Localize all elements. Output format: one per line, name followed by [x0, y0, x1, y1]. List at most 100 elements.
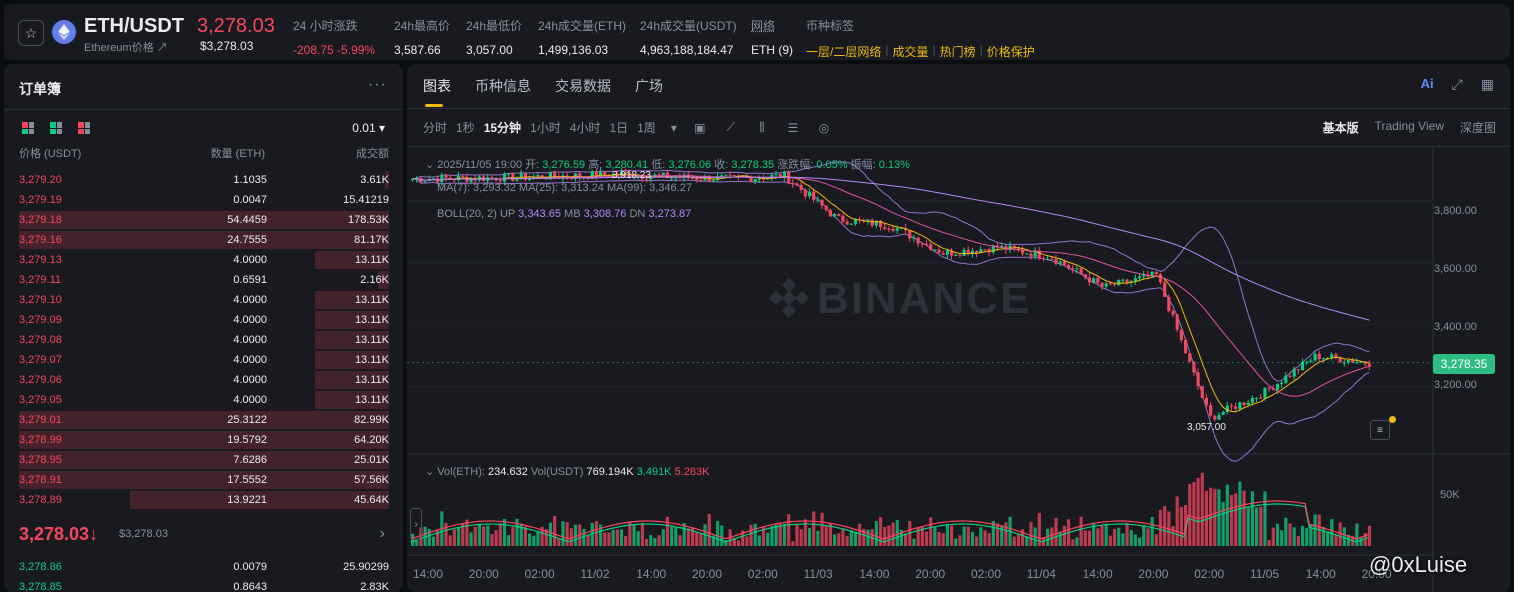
volume-bar — [1234, 493, 1238, 546]
tick-size-select[interactable]: 0.01 ▾ — [352, 121, 385, 135]
ask-qty: 4.0000 — [233, 354, 267, 366]
view-bids-icon[interactable] — [50, 122, 62, 134]
ask-qty: 0.0047 — [233, 194, 267, 206]
ask-row[interactable]: 3,279.11 0.6591 2.16K — [4, 270, 403, 290]
ask-total: 13.11K — [354, 394, 389, 406]
volume-bar — [1117, 527, 1121, 546]
volume-bar — [1121, 533, 1125, 546]
ask-row[interactable]: 3,278.99 19.5792 64.20K — [4, 430, 403, 450]
ask-row[interactable]: 3,279.09 4.0000 13.11K — [4, 310, 403, 330]
candle — [958, 254, 962, 256]
candle — [1046, 258, 1050, 260]
ask-row[interactable]: 3,279.13 4.0000 13.11K — [4, 250, 403, 270]
tag-volume[interactable]: 成交量 — [892, 43, 928, 60]
stat-network[interactable]: 网络 ETH (9) — [751, 17, 793, 57]
volume-bar — [849, 530, 853, 546]
candle — [661, 172, 665, 175]
volume-bar — [1158, 509, 1163, 546]
candle — [1263, 387, 1267, 399]
col-total: 成交额 — [356, 148, 389, 160]
coin-price-link[interactable]: Ethereum价格 ↗ — [84, 39, 168, 55]
volume-bar — [448, 535, 452, 546]
depth-bar — [19, 451, 389, 469]
ask-total: 82.99K — [354, 414, 389, 426]
ask-total: 3.61K — [360, 174, 389, 186]
candle — [423, 180, 427, 183]
volume-bar — [661, 529, 665, 546]
order-marker-icon[interactable]: ≡ — [1370, 420, 1390, 440]
volume-bar — [523, 526, 527, 546]
bid-row[interactable]: 3,278.86 0.0079 25.90299 — [4, 557, 403, 577]
ask-row[interactable]: 3,278.91 17.5552 57.56K — [4, 470, 403, 490]
ask-total: 13.11K — [354, 334, 389, 346]
volume-bar — [824, 525, 828, 546]
ask-row[interactable]: 3,279.05 4.0000 13.11K — [4, 390, 403, 410]
ask-row[interactable]: 3,279.10 4.0000 13.11K — [4, 290, 403, 310]
bid-row[interactable]: 3,278.85 0.8643 2.83K — [4, 577, 403, 592]
stat-label: 网络 — [751, 19, 776, 33]
candle — [1242, 402, 1246, 405]
candle — [1217, 414, 1221, 420]
ask-row[interactable]: 3,279.16 24.7555 81.17K — [4, 230, 403, 250]
view-asks-icon[interactable] — [78, 122, 90, 134]
volume-bar — [757, 535, 761, 546]
favorite-star-icon[interactable]: ☆ — [18, 20, 44, 46]
volume-bar — [1296, 535, 1300, 546]
volume-bar — [511, 526, 515, 546]
candle — [1234, 406, 1238, 409]
stat-label: 24h成交量(ETH) — [538, 19, 627, 33]
pair-name[interactable]: ETH/USDT — [84, 15, 184, 38]
candle — [1225, 405, 1229, 413]
tag-price-protection[interactable]: 价格保护 — [987, 43, 1035, 60]
candle — [1054, 258, 1058, 264]
info-chevron-icon[interactable]: ⌄ — [425, 159, 434, 171]
ask-row[interactable]: 3,279.06 4.0000 13.11K — [4, 370, 403, 390]
mid-price-usd: $3,278.03 — [119, 528, 168, 540]
ask-price: 3,278.89 — [19, 494, 62, 506]
tag-hot[interactable]: 热门榜 — [940, 43, 976, 60]
volume-bar — [933, 526, 937, 546]
volume-bar — [1062, 525, 1066, 546]
volume-bar — [945, 523, 949, 546]
ask-price: 3,279.19 — [19, 194, 62, 206]
ask-row[interactable]: 3,279.20 1.1035 3.61K — [4, 170, 403, 190]
candlestick-chart[interactable] — [407, 64, 1510, 592]
boll-legend: BOLL(20, 2) UP 3,343.65 MB 3,308.76 DN 3… — [437, 208, 691, 220]
candle — [1029, 253, 1033, 257]
candle — [845, 221, 849, 225]
view-both-icon[interactable] — [22, 122, 34, 134]
ask-row[interactable]: 3,279.01 25.3122 82.99K — [4, 410, 403, 430]
volume-bar — [456, 527, 461, 546]
ask-row[interactable]: 3,279.08 4.0000 13.11K — [4, 330, 403, 350]
candle — [1179, 329, 1183, 340]
candle — [828, 209, 833, 217]
volume-bar — [1154, 534, 1158, 546]
volume-bar — [1179, 506, 1183, 546]
volume-bar — [1104, 523, 1108, 546]
chevron-right-icon[interactable]: › — [380, 525, 385, 543]
vol-eth-value: 234.632 — [488, 466, 528, 478]
candle — [891, 228, 895, 231]
volume-bar — [632, 525, 636, 546]
ask-row[interactable]: 3,279.07 4.0000 13.11K — [4, 350, 403, 370]
candle — [1092, 278, 1096, 283]
tag-layer[interactable]: 一层/二层网络 — [806, 43, 881, 60]
panel-collapse-handle[interactable]: › — [410, 508, 422, 540]
ask-row[interactable]: 3,279.19 0.0047 15.41219 — [4, 190, 403, 210]
candle — [1196, 372, 1200, 387]
ask-row[interactable]: 3,279.18 54.4459 178.53K — [4, 210, 403, 230]
depth-bar — [19, 471, 389, 489]
volume-bar — [707, 513, 711, 546]
candle — [1284, 375, 1288, 383]
ask-row[interactable]: 3,278.95 7.6286 25.01K — [4, 450, 403, 470]
volume-bar — [845, 535, 849, 546]
boll-mb-label: MB — [564, 208, 581, 220]
candle — [1292, 369, 1296, 377]
volume-bar — [1138, 537, 1142, 546]
more-icon[interactable]: ··· — [368, 76, 387, 94]
volume-bar — [557, 538, 561, 546]
stat-label: 24h最低价 — [466, 19, 523, 33]
vol-chevron-icon[interactable]: ⌄ — [425, 466, 434, 478]
candle — [1096, 278, 1100, 283]
ask-row[interactable]: 3,278.89 13.9221 45.64K — [4, 490, 403, 510]
